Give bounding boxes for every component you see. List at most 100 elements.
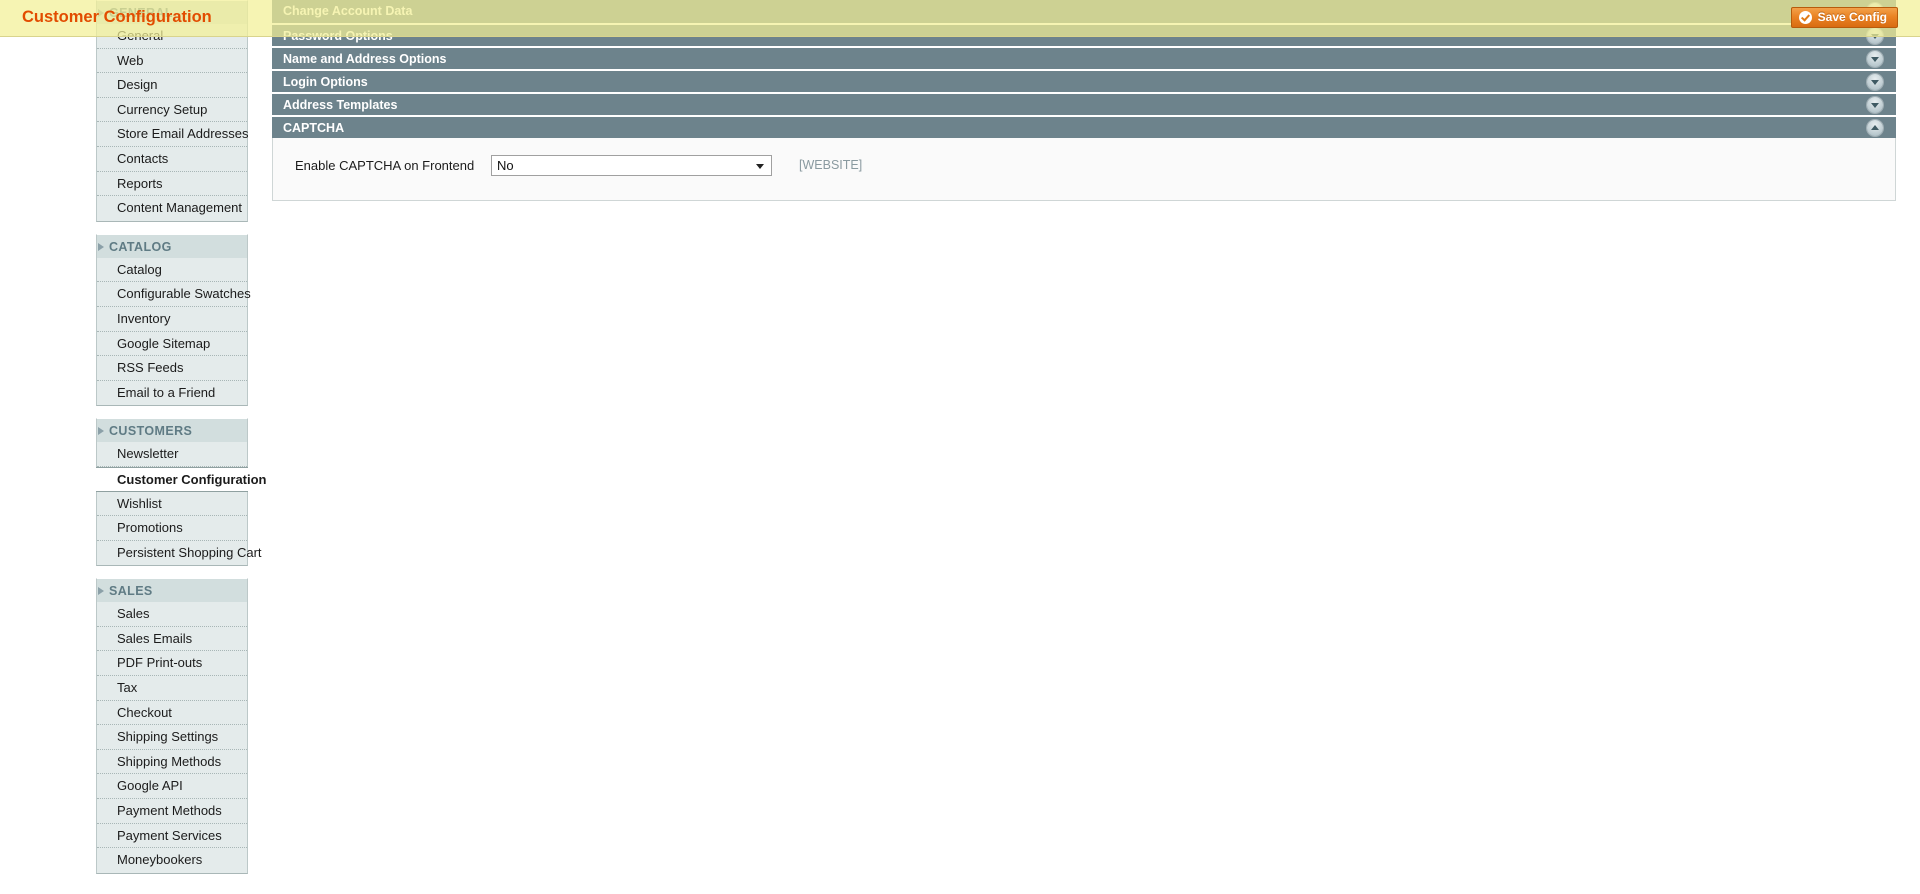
sidebar-item-label: Web — [117, 52, 144, 68]
section-header-address-templates[interactable]: Address Templates — [272, 92, 1896, 115]
sidebar-group-label: CATALOG — [109, 239, 172, 254]
sidebar-item-promotions[interactable]: Promotions — [97, 516, 247, 541]
sidebar-item-store-email-addresses[interactable]: Store Email Addresses — [97, 122, 249, 147]
sidebar-item-label: Store Email Addresses — [117, 126, 249, 142]
triangle-right-icon — [98, 587, 104, 596]
sidebar-item-label: Payment Services — [117, 827, 222, 843]
section-header-label: Login Options — [283, 75, 368, 89]
section-header-label: Name and Address Options — [283, 52, 447, 66]
sidebar-item-sales-emails[interactable]: Sales Emails — [97, 627, 247, 652]
enable-captcha-frontend-label: Enable CAPTCHA on Frontend — [295, 157, 475, 173]
sidebar-item-persistent-shopping-cart[interactable]: Persistent Shopping Cart — [97, 541, 262, 566]
sidebar-item-checkout[interactable]: Checkout — [97, 701, 247, 726]
sidebar-group-label: SALES — [109, 584, 153, 599]
sidebar-item-rss-feeds[interactable]: RSS Feeds — [97, 356, 247, 381]
sidebar-group-items: Catalog Configurable Swatches Inventory Goo… — [96, 257, 251, 407]
sidebar-item-label: Wishlist — [117, 495, 162, 511]
chevron-up-icon[interactable] — [1867, 120, 1883, 136]
sidebar-item-label: Design — [117, 77, 158, 93]
config-sections-panel: Change Account DataPassword OptionsName … — [272, 0, 1896, 894]
enable-captcha-frontend-value: No — [497, 157, 514, 173]
sidebar-group-items: Sales Sales Emails PDF Print-outs Tax Checko… — [96, 602, 248, 874]
sidebar-item-label: Shipping Methods — [117, 753, 222, 769]
triangle-right-icon — [98, 427, 104, 436]
chevron-down-icon[interactable] — [1867, 74, 1883, 90]
sidebar-item-label: Checkout — [117, 704, 172, 720]
sidebar-item-content-management[interactable]: Content Management — [97, 196, 247, 221]
sidebar-item-label: Newsletter — [117, 446, 179, 462]
sidebar-item-wishlist[interactable]: Wishlist — [97, 492, 247, 517]
sidebar-item-reports[interactable]: Reports — [97, 172, 247, 197]
sidebar-item-label: Configurable Swatches — [117, 286, 251, 302]
sidebar-item-payment-methods[interactable]: Payment Methods — [97, 799, 247, 824]
sidebar-item-inventory[interactable]: Inventory — [97, 307, 247, 332]
chevron-down-icon[interactable] — [1867, 51, 1883, 67]
sidebar-item-label: Inventory — [117, 310, 171, 326]
save-config-button[interactable]: Save Config — [1790, 7, 1898, 28]
sidebar-item-label: Currency Setup — [117, 101, 208, 117]
sidebar-item-currency-setup[interactable]: Currency Setup — [97, 98, 247, 123]
captcha-section-body: Enable CAPTCHA on Frontend No [WEBSITE] — [272, 138, 1896, 201]
sidebar-item-shipping-settings[interactable]: Shipping Settings — [97, 725, 247, 750]
save-config-label: Save Config — [1817, 10, 1887, 24]
sidebar-item-label: Google Sitemap — [117, 335, 211, 351]
check-circle-icon — [1798, 11, 1812, 24]
enable-captcha-frontend-select[interactable]: No — [491, 154, 772, 176]
sidebar-item-label: Payment Methods — [117, 803, 222, 819]
sidebar-item-label: PDF Print-outs — [117, 655, 203, 671]
sidebar-item-payment-services[interactable]: Payment Services — [97, 824, 247, 849]
sidebar-group-sales[interactable]: SALES — [96, 578, 248, 603]
sidebar-item-label: Contacts — [117, 150, 169, 166]
section-header-label: CAPTCHA — [283, 121, 345, 135]
sidebar-item-label: Reports — [117, 175, 163, 191]
sticky-header-bar: Customer Configuration Save Config — [0, 0, 1920, 37]
chevron-down-icon — [756, 163, 764, 169]
sidebar-item-contacts[interactable]: Contacts — [97, 147, 247, 172]
config-sidebar: GENERALGeneralWebDesignCurrency SetupSto… — [0, 0, 267, 894]
sidebar-item-label: Content Management — [117, 200, 243, 216]
sidebar-item-customer-configuration[interactable]: Customer Configuration — [96, 466, 267, 492]
sidebar-group-items: GeneralWebDesignCurrency SetupStore Emai… — [96, 24, 249, 222]
sidebar-item-label: Catalog — [117, 261, 162, 277]
sidebar-item-design[interactable]: Design — [97, 73, 247, 98]
sidebar-item-google-api[interactable]: Google API — [97, 774, 247, 800]
sidebar-item-tax[interactable]: Tax — [97, 676, 247, 701]
scope-label: [WEBSITE] — [799, 158, 863, 172]
sidebar-group-catalog[interactable]: CATALOG — [96, 233, 248, 258]
triangle-right-icon — [98, 242, 104, 251]
chevron-down-icon[interactable] — [1867, 97, 1883, 113]
sidebar-item-google-sitemap[interactable]: Google Sitemap — [97, 332, 247, 357]
sidebar-item-label: Email to a Friend — [117, 384, 216, 400]
sidebar-item-sales[interactable]: Sales — [97, 602, 247, 627]
sidebar-item-label: Persistent Shopping Cart — [117, 544, 262, 560]
sidebar-item-configurable-swatches[interactable]: Configurable Swatches — [97, 282, 251, 307]
sidebar-item-shipping-methods[interactable]: Shipping Methods — [97, 750, 247, 775]
sidebar-item-label: Promotions — [117, 520, 183, 536]
sidebar-item-label: RSS Feeds — [117, 360, 184, 376]
sidebar-item-newsletter[interactable]: Newsletter — [97, 442, 247, 467]
sidebar-item-label: Sales — [117, 606, 150, 622]
sidebar-item-pdf-print-outs[interactable]: PDF Print-outs — [97, 651, 247, 677]
page-title: Customer Configuration — [22, 8, 212, 26]
sidebar-item-label: Tax — [117, 680, 138, 696]
section-header-name-and-address-options[interactable]: Name and Address Options — [272, 46, 1896, 69]
sidebar-group-items: Newsletter Customer Configuration Wishlist… — [96, 442, 267, 567]
section-header-login-options[interactable]: Login Options — [272, 69, 1896, 92]
enable-captcha-frontend-row: Enable CAPTCHA on Frontend No [WEBSITE] — [273, 152, 1895, 178]
sidebar-group-customers[interactable]: CUSTOMERS — [96, 418, 248, 443]
section-header-label: Address Templates — [283, 98, 398, 112]
sidebar-item-moneybookers[interactable]: Moneybookers — [97, 848, 247, 873]
sidebar-item-web[interactable]: Web — [97, 49, 247, 74]
sidebar-item-label: Customer Configuration — [117, 471, 267, 487]
sidebar-item-label: Shipping Settings — [117, 729, 219, 745]
sidebar-item-catalog[interactable]: Catalog — [97, 258, 247, 283]
sidebar-item-label: Sales Emails — [117, 630, 193, 646]
sidebar-group-label: CUSTOMERS — [109, 424, 193, 439]
section-header-captcha[interactable]: CAPTCHA — [272, 115, 1896, 138]
sidebar-item-label: Moneybookers — [117, 852, 203, 868]
sidebar-item-email-to-a-friend[interactable]: Email to a Friend — [97, 381, 247, 406]
sidebar-item-label: Google API — [117, 778, 183, 794]
